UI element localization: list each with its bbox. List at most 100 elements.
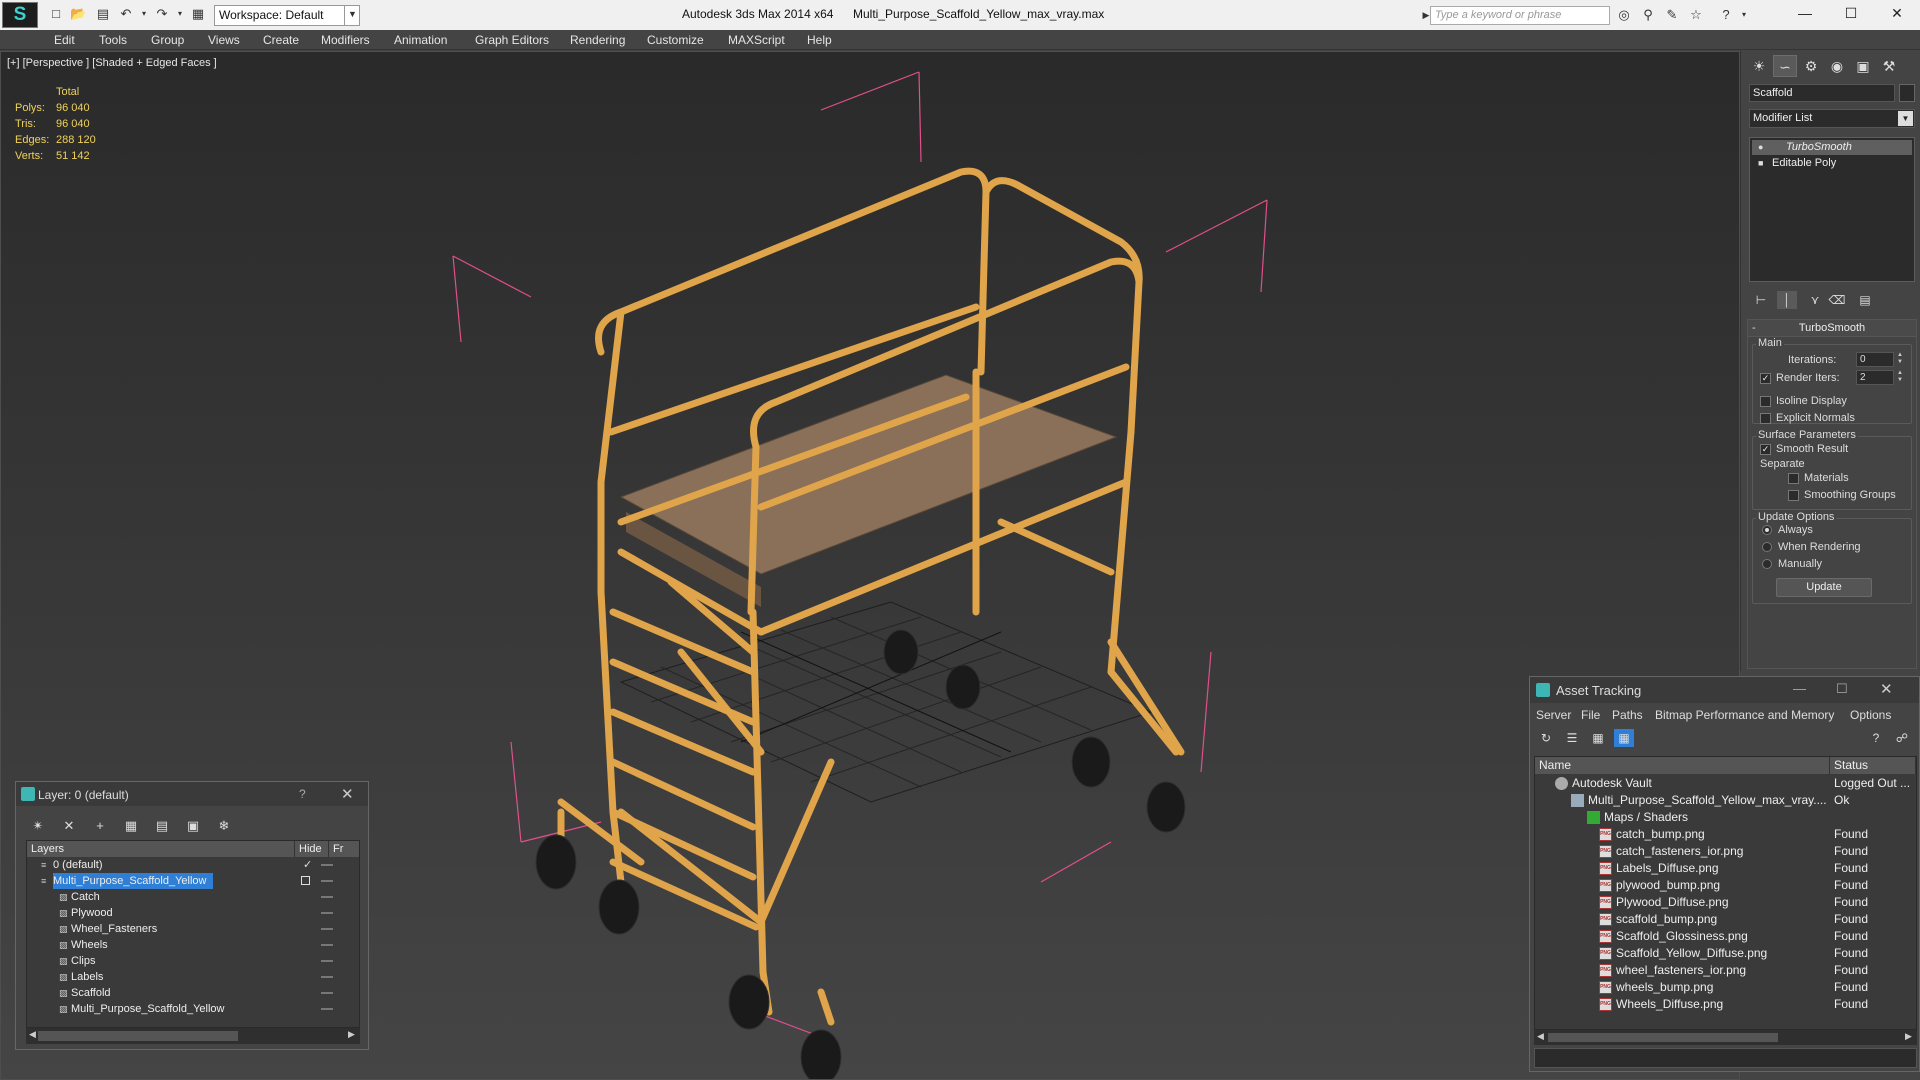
layer-row[interactable]: ▧ Wheel_Fasteners	[27, 921, 359, 937]
undo-icon[interactable]: ↶	[118, 6, 134, 22]
layer-row[interactable]: ≡ 0 (default) ✓	[27, 857, 359, 873]
asset-row[interactable]: PNG wheels_bump.png Found	[1535, 979, 1916, 996]
hide-toggle[interactable]	[321, 976, 333, 978]
undo-dropdown-icon[interactable]: ▾	[136, 6, 152, 22]
new-file-icon[interactable]: □	[48, 6, 64, 22]
scroll-left-icon[interactable]: ◀	[29, 1029, 36, 1040]
update-button[interactable]: Update	[1776, 578, 1872, 597]
save-file-icon[interactable]: ▤	[95, 6, 111, 22]
object-color-swatch[interactable]	[1899, 84, 1915, 102]
remove-modifier-icon[interactable]: ⌫	[1827, 291, 1847, 309]
close-icon[interactable]: ✕	[341, 785, 354, 803]
hide-toggle[interactable]	[321, 992, 333, 994]
asset-row[interactable]: PNG Scaffold_Glossiness.png Found	[1535, 928, 1916, 945]
smoothing-groups-checkbox[interactable]	[1788, 490, 1799, 501]
subscription-key-icon[interactable]: ⚲	[1640, 7, 1656, 23]
layer-row[interactable]: ▧ Multi_Purpose_Scaffold_Yellow	[27, 1001, 359, 1017]
horizontal-scrollbar[interactable]: ◀ ▶	[26, 1028, 360, 1044]
scroll-right-icon[interactable]: ▶	[1905, 1031, 1912, 1042]
table-view-icon[interactable]: ▦	[1614, 729, 1634, 747]
spinner-arrows-icon[interactable]: ▲ ▼	[1896, 370, 1904, 385]
asset-row[interactable]: PNG Plywood_Diffuse.png Found	[1535, 894, 1916, 911]
stack-item-editable-poly[interactable]: ■ Editable Poly	[1752, 156, 1912, 171]
hide-toggle[interactable]	[321, 1008, 333, 1010]
layer-row[interactable]: ▧ Wheels	[27, 937, 359, 953]
menu-group[interactable]: Group	[151, 33, 184, 47]
utilities-tab-hammer-icon[interactable]: ⚒	[1877, 55, 1901, 77]
hide-toggle[interactable]	[321, 912, 333, 914]
layer-row[interactable]: ≡ Multi_Purpose_Scaffold_Yellow	[27, 873, 359, 889]
create-tab-sun-icon[interactable]: ☀	[1747, 55, 1771, 77]
thumbnail-view-icon[interactable]: ▦	[1588, 729, 1608, 747]
minimize-button[interactable]: —	[1782, 0, 1828, 28]
layer-row[interactable]: ▧ Scaffold	[27, 985, 359, 1001]
configure-modifier-sets-icon[interactable]: ▤	[1855, 291, 1875, 309]
menu-rendering[interactable]: Rendering	[570, 33, 625, 47]
chevron-down-icon[interactable]: ▼	[1898, 111, 1913, 126]
column-header-freeze[interactable]: Fr	[329, 841, 359, 857]
column-header-hide[interactable]: Hide	[295, 841, 329, 857]
scroll-left-icon[interactable]: ◀	[1537, 1031, 1544, 1042]
horizontal-scrollbar[interactable]: ◀ ▶	[1534, 1030, 1917, 1045]
workspace-dropdown[interactable]: Workspace: Default	[214, 5, 360, 26]
menu-customize[interactable]: Customize	[647, 33, 704, 47]
modifier-stack[interactable]: ● TurboSmooth ■ Editable Poly	[1749, 137, 1915, 282]
hide-toggle[interactable]	[321, 944, 333, 946]
create-layer-icon[interactable]: ✴	[28, 817, 48, 835]
redo-icon[interactable]: ↷	[154, 6, 170, 22]
current-layer-check-icon[interactable]: ✓	[303, 857, 312, 873]
hide-toggle[interactable]	[321, 880, 333, 882]
close-button[interactable]: ✕	[1874, 0, 1920, 28]
refresh-icon[interactable]: ↻	[1536, 729, 1556, 747]
menu-create[interactable]: Create	[263, 33, 299, 47]
help-icon[interactable]: ?	[299, 787, 306, 801]
menu-server[interactable]: Server	[1536, 708, 1571, 722]
hide-toggle[interactable]	[321, 960, 333, 962]
asset-row[interactable]: Maps / Shaders	[1535, 809, 1916, 826]
open-file-icon[interactable]: 📂	[70, 6, 86, 22]
asset-row[interactable]: PNG Wheels_Diffuse.png Found	[1535, 996, 1916, 1013]
asset-row[interactable]: PNG catch_fasteners_ior.png Found	[1535, 843, 1916, 860]
layer-row[interactable]: ▧ Labels	[27, 969, 359, 985]
render-iters-spinner[interactable]: 2	[1856, 370, 1894, 385]
select-objects-icon[interactable]: ▦	[121, 817, 141, 835]
motion-tab-icon[interactable]: ◉	[1825, 55, 1849, 77]
smooth-result-checkbox[interactable]: ✓	[1760, 444, 1771, 455]
iterations-spinner[interactable]: 0	[1856, 352, 1894, 367]
spinner-arrows-icon[interactable]: ▲ ▼	[1896, 352, 1904, 367]
display-tab-monitor-icon[interactable]: ▣	[1851, 55, 1875, 77]
maximize-icon[interactable]: ☐	[1836, 681, 1848, 697]
modifier-list-dropdown[interactable]: Modifier List	[1749, 109, 1915, 128]
lightbulb-icon[interactable]: ●	[1758, 143, 1766, 152]
menu-bitmap-performance[interactable]: Bitmap Performance and Memory	[1655, 708, 1834, 722]
hide-all-layers-icon[interactable]: ▣	[183, 817, 203, 835]
asset-path-field[interactable]	[1534, 1048, 1917, 1068]
chevron-down-icon[interactable]: ▼	[344, 5, 360, 26]
asset-row[interactable]: PNG Labels_Diffuse.png Found	[1535, 860, 1916, 877]
menu-views[interactable]: Views	[208, 33, 240, 47]
update-always-radio[interactable]	[1762, 525, 1772, 535]
highlight-layer-icon[interactable]: ▤	[152, 817, 172, 835]
menu-tools[interactable]: Tools	[99, 33, 127, 47]
column-header-status[interactable]: Status	[1830, 757, 1916, 774]
maximize-button[interactable]: ☐	[1828, 0, 1874, 28]
scrollbar-thumb[interactable]	[38, 1031, 238, 1041]
close-icon[interactable]: ✕	[1880, 680, 1893, 698]
asset-dialog-titlebar[interactable]: Asset Tracking — ☐ ✕	[1530, 677, 1919, 703]
search-input[interactable]: Type a keyword or phrase	[1430, 6, 1610, 25]
column-header-layers[interactable]: Layers	[27, 841, 295, 857]
asset-row[interactable]: Autodesk Vault Logged Out ...	[1535, 775, 1916, 792]
asset-row[interactable]: PNG Scaffold_Yellow_Diffuse.png Found	[1535, 945, 1916, 962]
delete-layer-icon[interactable]: ✕	[59, 817, 79, 835]
add-to-layer-icon[interactable]: +	[90, 817, 110, 835]
render-iters-checkbox[interactable]: ✓	[1760, 373, 1771, 384]
explicit-normals-checkbox[interactable]	[1760, 413, 1771, 424]
column-header-name[interactable]: Name	[1535, 757, 1830, 774]
pin-stack-icon[interactable]: ⊢	[1751, 291, 1771, 309]
menu-modifiers[interactable]: Modifiers	[321, 33, 370, 47]
rollout-header[interactable]: - TurboSmooth	[1748, 320, 1916, 337]
asset-row[interactable]: Multi_Purpose_Scaffold_Yellow_max_vray..…	[1535, 792, 1916, 809]
menu-paths[interactable]: Paths	[1612, 708, 1643, 722]
freeze-all-layers-icon[interactable]: ❄	[214, 817, 234, 835]
menu-edit[interactable]: Edit	[54, 33, 75, 47]
